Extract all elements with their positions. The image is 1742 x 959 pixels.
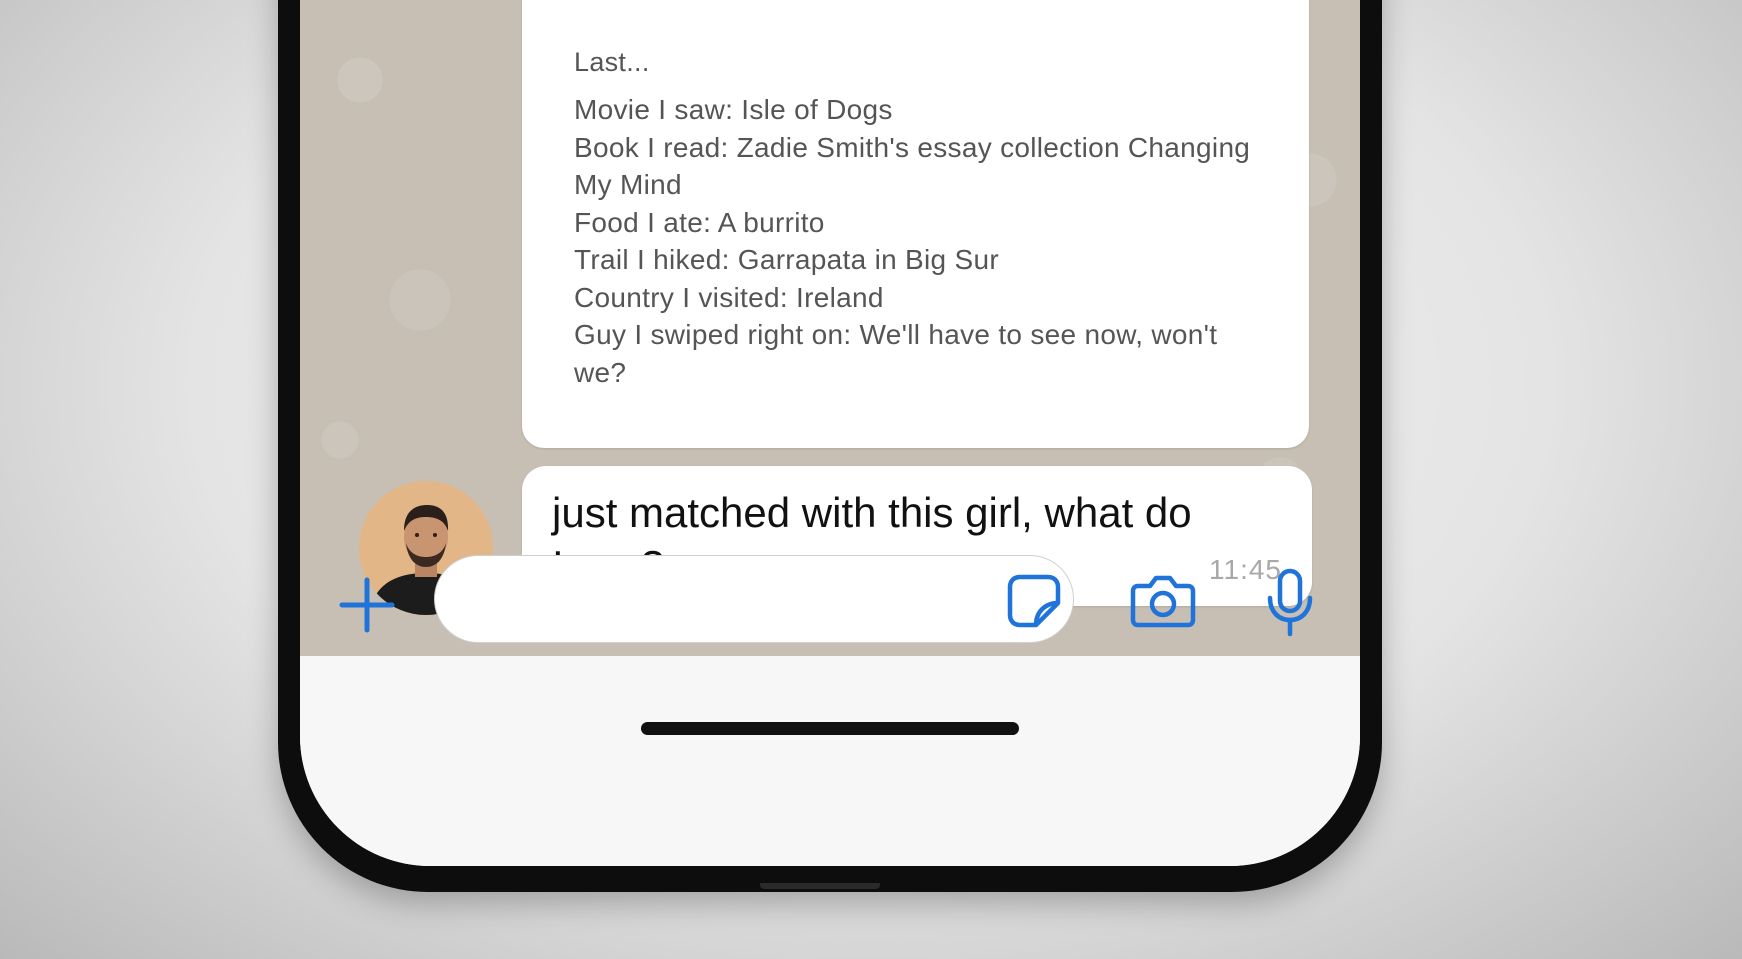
profile-item: Guy I swiped right on: We'll have to see… — [574, 319, 1218, 388]
phone-frame: Last... Movie I saw: Isle of Dogs Book I… — [278, 0, 1382, 892]
camera-icon[interactable] — [1130, 572, 1196, 630]
profile-item: Food I ate: A burrito — [574, 206, 825, 238]
phone-bottom-edge — [760, 883, 880, 889]
profile-item: Book I read: Zadie Smith's essay collect… — [574, 131, 1251, 201]
microphone-icon[interactable] — [1264, 568, 1316, 638]
phone-screen: Last... Movie I saw: Isle of Dogs Book I… — [300, 0, 1360, 866]
message-input[interactable] — [434, 555, 1074, 643]
profile-item: Movie I saw: Isle of Dogs — [574, 94, 893, 125]
profile-list: Movie I saw: Isle of Dogs Book I read: Z… — [574, 91, 1254, 391]
home-indicator[interactable] — [641, 722, 1019, 735]
plus-icon[interactable] — [338, 576, 396, 634]
profile-item: Country I visited: Ireland — [574, 281, 884, 313]
profile-item: Trail I hiked: Garrapata in Big Sur — [574, 244, 999, 275]
composer-bar — [300, 656, 1360, 866]
profile-card-bubble: Last... Movie I saw: Isle of Dogs Book I… — [522, 0, 1309, 448]
sticker-icon[interactable] — [1006, 573, 1062, 629]
profile-heading: Last... — [574, 47, 650, 77]
